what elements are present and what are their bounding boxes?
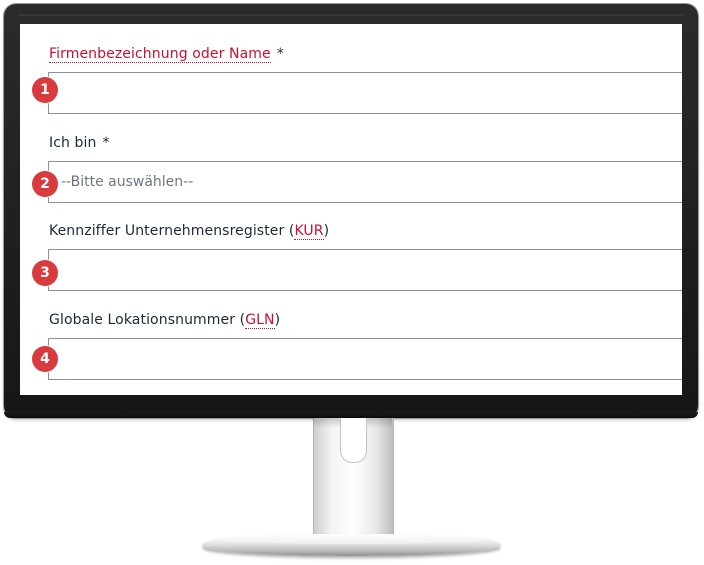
company-name-label-text[interactable]: Firmenbezeichnung oder Name [49,46,271,63]
role-select[interactable]: --Bitte auswählen-- [48,161,682,203]
kur-input[interactable] [48,249,682,291]
kur-label-prefix: Kennziffer Unternehmensregister ( [49,223,295,239]
required-asterisk: * [276,46,284,62]
role-select-label-text: Ich bin [49,135,97,151]
kur-abbreviation[interactable]: KUR [294,223,324,240]
step-badge-2: 2 [32,171,58,197]
stand-base-top [214,534,489,544]
kur-label-suffix: ) [323,223,330,239]
role-select-label: Ich bin * [49,135,110,151]
gln-label: Globale Lokationsnummer (GLN) [49,312,281,329]
step-badge-4: 4 [32,346,58,372]
step-badge-3: 3 [32,260,58,286]
kur-label: Kennziffer Unternehmensregister (KUR) [49,223,330,240]
required-asterisk: * [102,135,110,151]
gln-label-suffix: ) [274,312,281,328]
gln-abbreviation[interactable]: GLN [245,312,275,329]
company-name-label: Firmenbezeichnung oder Name * [49,46,284,63]
bezel-highlight [18,14,684,16]
monitor-screen: Firmenbezeichnung oder Name * Ich bin * --… [20,24,682,395]
gln-input[interactable] [48,338,682,380]
role-select-value: --Bitte auswählen-- [61,174,194,190]
stand-cable-hole [340,418,367,463]
company-name-input[interactable] [48,72,682,114]
step-badge-1: 1 [32,77,58,103]
gln-label-prefix: Globale Lokationsnummer ( [49,312,246,328]
